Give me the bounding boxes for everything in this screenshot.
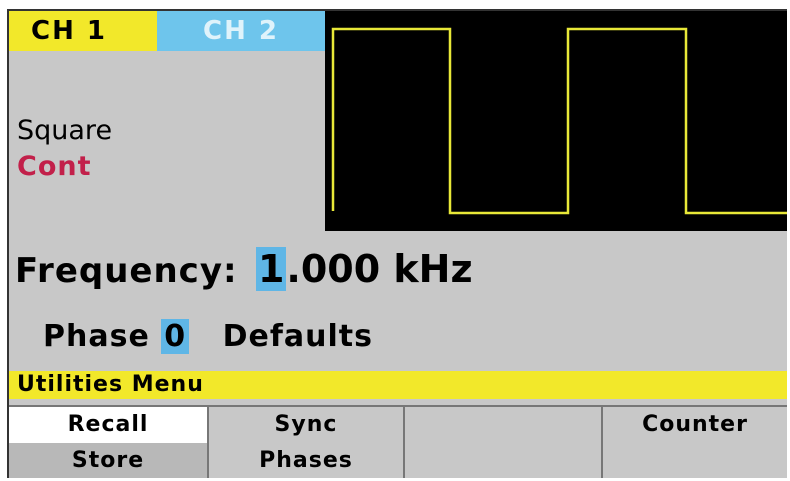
softkey-counter[interactable]: Counter — [603, 407, 787, 478]
defaults-label: Defaults — [222, 319, 373, 354]
tab-ch1[interactable]: CH 1 — [9, 11, 157, 51]
generator-display: CH 1 CH 2 Square Cont Frequency: 1.000 k… — [7, 9, 787, 478]
softkey-blank[interactable] — [405, 407, 603, 478]
softkey-counter-label: Counter — [642, 412, 748, 437]
frequency-value[interactable]: .000 kHz — [286, 247, 472, 291]
frequency-readout: Frequency: 1.000 kHz — [15, 247, 473, 291]
softkey-recall-store[interactable]: Recall Store — [9, 407, 209, 478]
waveform-type: Square — [17, 115, 113, 146]
softkey-counter-label-2 — [603, 443, 787, 478]
phase-label: Phase — [43, 319, 150, 354]
softkey-bar: Recall Store Sync Phases Counter — [9, 405, 787, 478]
softkey-blank-label — [405, 407, 601, 443]
softkey-phases-label: Phases — [259, 448, 353, 473]
softkey-store-label: Store — [9, 443, 207, 478]
softkey-blank-label-2 — [405, 443, 601, 478]
phase-value[interactable]: 0 — [161, 319, 190, 354]
menu-title: Utilities Menu — [9, 371, 787, 399]
softkey-recall-label: Recall — [9, 407, 207, 443]
tab-ch2[interactable]: CH 2 — [157, 11, 325, 51]
softkey-sync-label: Sync — [274, 412, 338, 437]
waveform-preview — [325, 11, 787, 231]
run-mode: Cont — [17, 151, 92, 182]
softkey-sync-phases[interactable]: Sync Phases — [209, 407, 405, 478]
frequency-label: Frequency: — [15, 251, 238, 291]
square-wave-trace — [331, 27, 787, 215]
frequency-cursor-digit[interactable]: 1 — [255, 247, 287, 291]
phase-readout: Phase 0 Defaults — [43, 319, 373, 354]
